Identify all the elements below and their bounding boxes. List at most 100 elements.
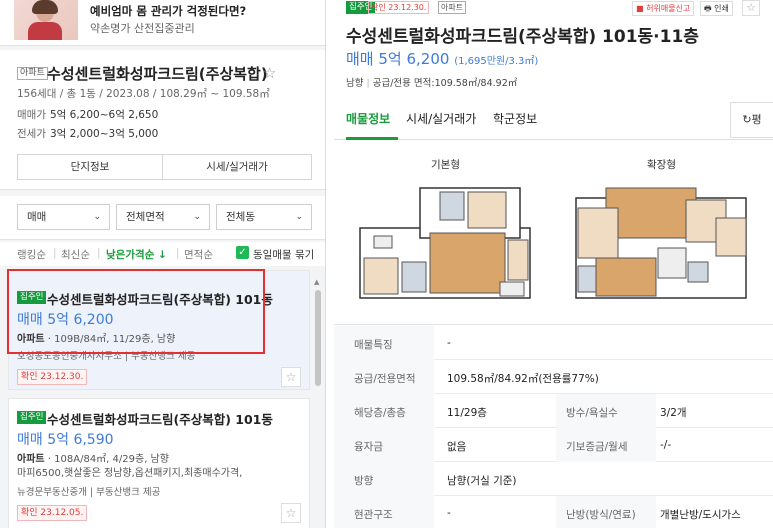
- sale-price-row: 매매가 5억 6,200~6억 2,650: [17, 107, 158, 122]
- sale-price-label: 매매가: [17, 109, 46, 121]
- complex-name[interactable]: 수성센트럴화성파크드림(주상복합): [47, 63, 268, 84]
- favorite-star-icon[interactable]: ☆: [263, 64, 276, 82]
- list-item[interactable]: 집주인 수성센트럴화성파크드림(주상복합) 101동 매매 5억 6,590 아…: [8, 398, 310, 528]
- ad-title[interactable]: 예비엄마 몸 관리가 걱정된다면?: [90, 3, 246, 19]
- row-value: 3/2개: [660, 407, 687, 419]
- detail-panel: 집주인 확인 23.12.30. 아파트 ■ 허위매물신고 🖶 인쇄 ☆ 수성센…: [334, 0, 773, 528]
- table-row: 공급/전용면적 109.58㎡/84.92㎡(전용률77%): [334, 360, 773, 394]
- detail-tabs: 매물정보 시세/실거래가 학군정보 ↻평: [334, 100, 773, 140]
- deal-type-value: 매매: [27, 211, 47, 223]
- price-history-button[interactable]: 시세/실거래가: [162, 154, 312, 180]
- deal-type-select[interactable]: 매매 ⌄: [17, 204, 110, 230]
- row-value: -: [447, 337, 451, 349]
- confirm-date-badge: 확인 23.12.30.: [368, 1, 430, 14]
- chevron-down-icon: ⌄: [295, 212, 303, 222]
- listing-price: 매매 5억 6,590: [17, 432, 114, 448]
- table-row: 방향 남향(거실 기준): [334, 462, 773, 496]
- bundle-checkbox[interactable]: ✓: [236, 246, 249, 259]
- ad-banner[interactable]: 예비엄마 몸 관리가 걱정된다면? 약손명가 산전집중관리: [0, 0, 325, 46]
- floor-plan-basic-image[interactable]: [350, 178, 540, 318]
- row-value: -/-: [660, 439, 672, 451]
- pyeong-label: 평: [751, 113, 762, 126]
- divider: |: [176, 247, 180, 259]
- listing-description: 마피6500,햇살좋은 정남향,옵션패키지,최종매수가격,: [17, 468, 243, 479]
- row-label: 기보증금/월세: [566, 441, 628, 453]
- report-button[interactable]: ■ 허위매물신고: [632, 1, 695, 16]
- complex-info-button[interactable]: 단지정보: [17, 154, 163, 180]
- sort-latest[interactable]: 최신순: [61, 247, 90, 262]
- area-info: 공급/전용 면적:109.58㎡/84.92㎡: [372, 78, 518, 89]
- favorite-star-icon[interactable]: ☆: [281, 367, 301, 387]
- floor-plan-extended-image[interactable]: [566, 178, 756, 318]
- ad-image: [14, 0, 78, 40]
- listing-panel: 예비엄마 몸 관리가 걱정된다면? 약손명가 산전집중관리 아파트 수성센트럴화…: [0, 0, 326, 528]
- table-row: 해당층/총층 11/29층 방수/욕실수 3/2개: [334, 394, 773, 428]
- sort-bar: 랭킹순 | 최신순 | 낮은가격순 ↓ | 면적순 ✓ 동일매물 묶기: [0, 242, 325, 266]
- listing-detail-meta: 남향 | 공급/전용 면적:109.58㎡/84.92㎡: [346, 78, 518, 89]
- divider: |: [97, 247, 101, 259]
- print-button[interactable]: 🖶 인쇄: [700, 1, 733, 16]
- scroll-up-icon[interactable]: ▲: [314, 278, 319, 286]
- table-row: 현관구조 - 난방(방식/연료) 개별난방/도시가스: [334, 496, 773, 528]
- table-row: 매물특징 -: [334, 326, 773, 360]
- report-label: 허위매물신고: [646, 4, 691, 13]
- tab-listing-info[interactable]: 매물정보: [346, 110, 390, 127]
- listing-broker[interactable]: 뉴경문부동산중개 | 부동산뱅크 제공: [17, 484, 160, 498]
- favorite-star-icon[interactable]: ☆: [742, 0, 760, 16]
- area-value: 전체면적: [126, 211, 165, 223]
- apartment-badge: 아파트: [438, 1, 467, 14]
- jeonse-price-row: 전세가 3억 2,000~3억 5,000: [17, 126, 158, 141]
- listing-detail-price: 매매 5억 6,200 (1,695만원/3.3㎡): [346, 48, 538, 69]
- listing-detail-title: 수성센트럴화성파크드림(주상복합) 101동·11층: [346, 27, 699, 47]
- plan-extended-label: 확장형: [647, 159, 676, 171]
- plan-basic-label: 기본형: [431, 159, 460, 171]
- bundle-label: 동일매물 묶기: [253, 249, 315, 261]
- sale-price-value: 5억 6,200~6억 2,650: [49, 109, 159, 121]
- chevron-down-icon: ⌄: [193, 212, 201, 222]
- owner-tag: 집주인: [17, 411, 47, 424]
- row-value: 109.58㎡/84.92㎡(전용률77%): [447, 373, 599, 385]
- row-label: 융자금: [354, 441, 383, 453]
- refresh-icon: ↻: [742, 113, 752, 126]
- row-value: 개별난방/도시가스: [660, 509, 741, 521]
- jeonse-price-value: 3억 2,000~3억 5,000: [49, 128, 159, 140]
- filter-bar: 매매 ⌄ 전체면적 ⌄ 전체동 ⌄: [0, 196, 325, 240]
- print-label: 인쇄: [714, 4, 729, 13]
- favorite-star-icon[interactable]: ☆: [281, 503, 301, 523]
- direction: 남향: [346, 78, 364, 89]
- sort-low-price[interactable]: 낮은가격순 ↓: [106, 247, 167, 262]
- active-tab-indicator: [346, 137, 398, 140]
- area-select[interactable]: 전체면적 ⌄: [116, 204, 210, 230]
- row-value: 남향(거실 기준): [447, 475, 517, 487]
- row-label: 난방(방식/연료): [566, 509, 636, 521]
- detail-price-value: 매매 5억 6,200: [346, 50, 450, 68]
- row-value: 없음: [447, 441, 467, 453]
- chevron-down-icon: ⌄: [93, 212, 101, 222]
- divider: |: [53, 247, 57, 259]
- row-label: 방수/욕실수: [566, 407, 618, 419]
- tab-price-history[interactable]: 시세/실거래가: [406, 110, 476, 127]
- dong-select[interactable]: 전체동 ⌄: [216, 204, 312, 230]
- jeonse-price-label: 전세가: [17, 128, 46, 140]
- sort-area[interactable]: 면적순: [184, 247, 213, 262]
- row-label: 현관구조: [354, 509, 393, 521]
- sort-ranking[interactable]: 랭킹순: [17, 247, 46, 262]
- row-value: -: [447, 507, 451, 519]
- price-per-pyeong: (1,695만원/3.3㎡): [454, 56, 539, 67]
- confirm-date-badge: 확인 23.12.30.: [17, 369, 88, 385]
- complex-summary: 아파트 수성센트럴화성파크드림(주상복합) ☆ 156세대 / 총 1동 / 2…: [0, 50, 325, 190]
- listing-title[interactable]: 수성센트럴화성파크드림(주상복합) 101동: [47, 409, 273, 428]
- floor-plans: 기본형 확장형: [334, 142, 773, 325]
- tab-school-info[interactable]: 학군정보: [493, 110, 537, 127]
- row-value: 11/29층: [447, 407, 487, 419]
- row-label: 방향: [354, 475, 374, 487]
- scrollbar[interactable]: [315, 290, 321, 386]
- selection-highlight: [7, 269, 265, 354]
- ad-subtitle: 약손명가 산전집중관리: [90, 22, 195, 35]
- row-label: 매물특징: [354, 339, 393, 351]
- listing-spec: 아파트 · 108A/84㎡, 4/29층, 남향: [17, 454, 169, 465]
- pyeong-toggle-button[interactable]: ↻평: [730, 102, 773, 138]
- table-row: 융자금 없음 기보증금/월세 -/-: [334, 428, 773, 462]
- row-label: 해당층/총층: [354, 407, 406, 419]
- complex-stats: 156세대 / 총 1동 / 2023.08 / 108.29㎡ ~ 109.5…: [17, 88, 270, 100]
